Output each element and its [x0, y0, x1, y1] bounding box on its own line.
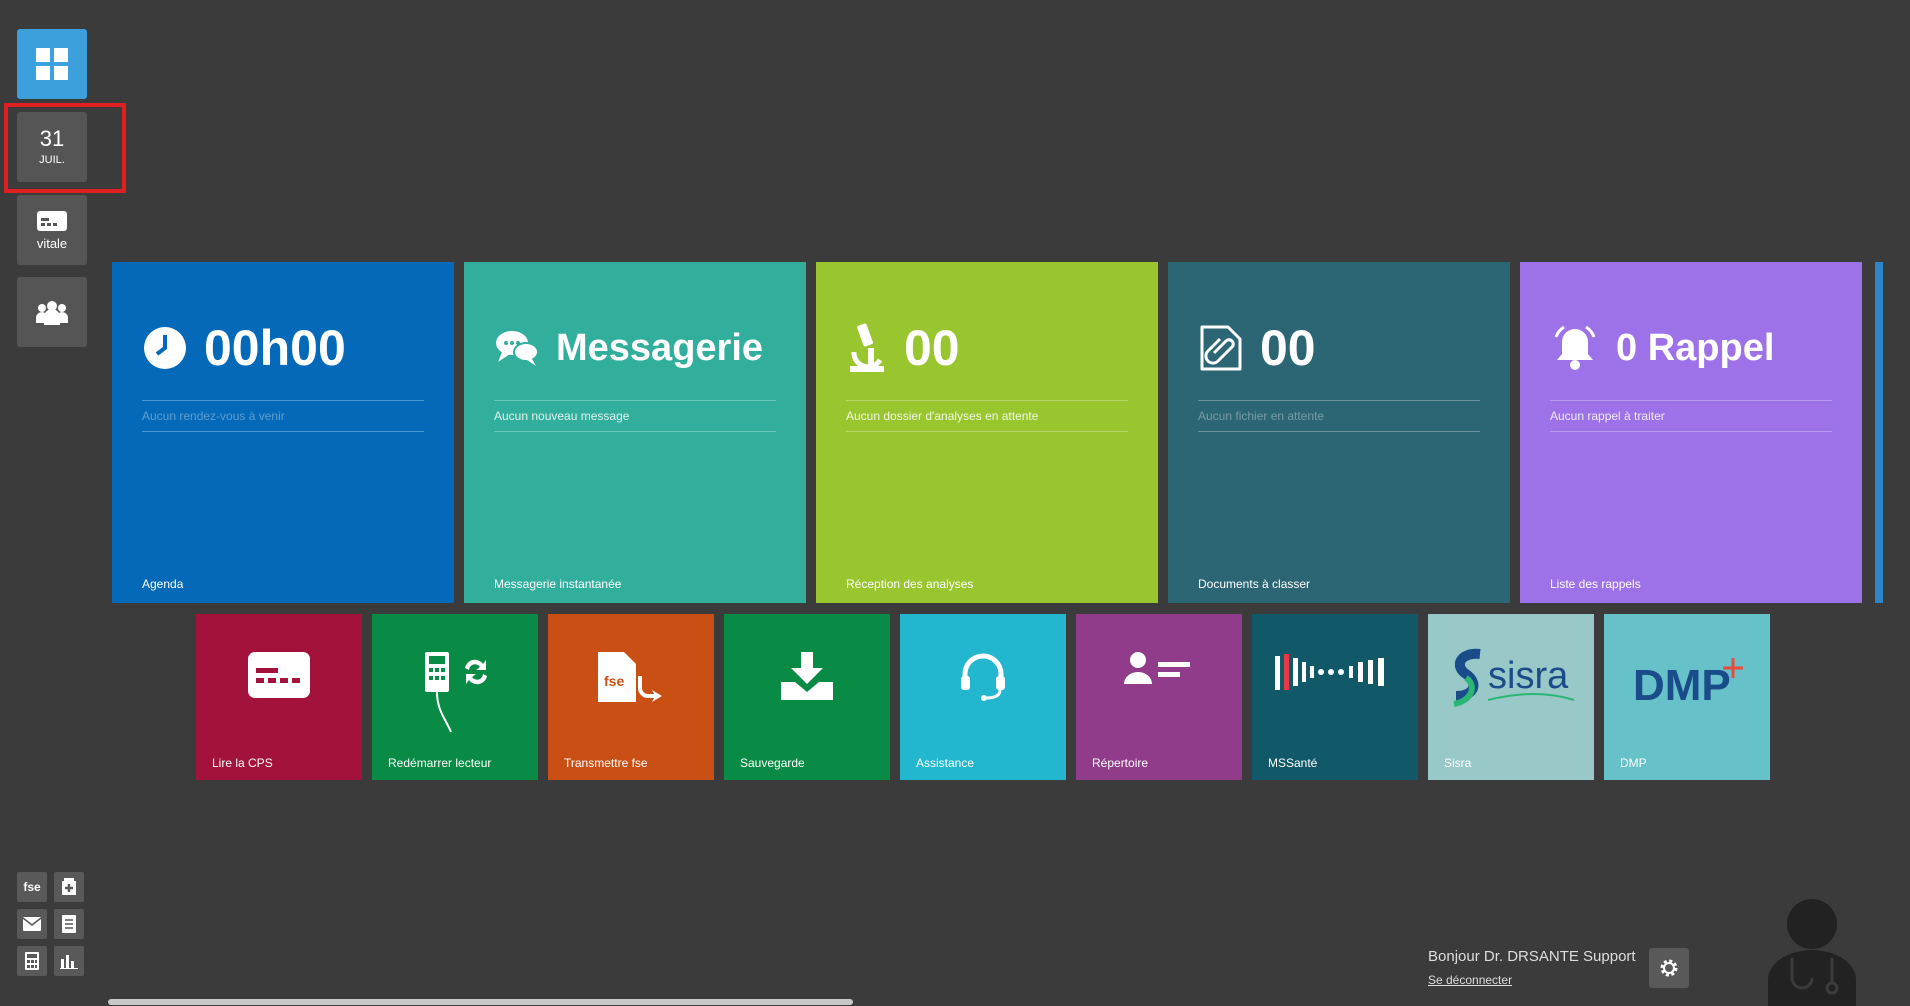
calculator-icon	[25, 952, 39, 970]
medication-button[interactable]	[54, 872, 84, 902]
app-sauvegarde[interactable]: Sauvegarde	[724, 614, 890, 780]
app-label: Transmettre fse	[564, 756, 648, 770]
settings-button[interactable]	[1649, 948, 1689, 988]
messagerie-footer: Messagerie instantanée	[494, 577, 622, 591]
stats-button[interactable]	[54, 946, 84, 976]
dmp-logo-text: DMP	[1633, 661, 1731, 710]
rappels-footer: Liste des rappels	[1550, 577, 1641, 591]
agenda-footer: Agenda	[142, 577, 184, 591]
fse-button[interactable]: fse	[17, 872, 47, 902]
document-icon	[62, 915, 76, 933]
agenda-time: 00h00	[204, 320, 346, 376]
messagerie-title: Messagerie	[556, 326, 764, 369]
clock-icon	[144, 327, 186, 369]
horizontal-scrollbar[interactable]	[108, 999, 853, 1005]
app-label: DMP	[1620, 756, 1647, 770]
mail-button[interactable]	[17, 909, 47, 939]
headset-icon	[961, 653, 1005, 701]
vitale-button[interactable]: vitale	[17, 195, 87, 265]
card-reader-icon	[248, 652, 310, 698]
tile-rappels[interactable]: 0 Rappel Aucun rappel à traiter Liste de…	[1520, 262, 1862, 603]
fse-send-icon: fse	[598, 652, 662, 702]
tile-messagerie[interactable]: Messagerie Aucun nouveau message Message…	[464, 262, 806, 603]
app-label: Sauvegarde	[740, 756, 805, 770]
app-sisra[interactable]: sisra Sisra	[1428, 614, 1594, 780]
user-greeting: Bonjour Dr. DRSANTE Support	[1428, 948, 1636, 965]
documents-subtitle: Aucun fichier en attente	[1198, 409, 1325, 423]
group-icon	[36, 301, 68, 325]
tile-analyses[interactable]: 00 Aucun dossier d'analyses en attente R…	[816, 262, 1158, 603]
mail-icon	[23, 917, 41, 931]
microscope-icon	[850, 323, 884, 372]
fse-icon-text: fse	[604, 673, 624, 689]
app-dmp[interactable]: DMP DMP	[1604, 614, 1770, 780]
home-button[interactable]	[17, 29, 87, 99]
app-repertoire[interactable]: Répertoire	[1076, 614, 1242, 780]
calculator-button[interactable]	[17, 946, 47, 976]
app-label: Assistance	[916, 756, 975, 770]
agenda-subtitle: Aucun rendez-vous à venir	[142, 409, 285, 423]
grid-icon	[36, 48, 68, 80]
analyses-subtitle: Aucun dossier d'analyses en attente	[846, 409, 1039, 423]
contact-list-icon	[1124, 652, 1190, 684]
sisra-logo-text: sisra	[1488, 655, 1569, 697]
logout-link[interactable]: Se déconnecter	[1428, 973, 1512, 987]
mssante-logo-icon	[1275, 654, 1384, 690]
analyses-count: 00	[904, 320, 960, 376]
rappels-subtitle: Aucun rappel à traiter	[1550, 409, 1665, 423]
app-assistance[interactable]: Assistance	[900, 614, 1066, 780]
medicine-box-icon	[62, 878, 76, 895]
app-redemarrer-lecteur[interactable]: Redémarrer lecteur	[372, 614, 538, 780]
tile-documents[interactable]: 00 Aucun fichier en attente Documents à …	[1168, 262, 1510, 603]
documents-count: 00	[1260, 320, 1316, 376]
chat-icon	[496, 331, 539, 366]
reader-restart-icon	[425, 652, 487, 733]
card-icon	[37, 210, 67, 231]
download-icon	[781, 652, 833, 700]
app-transmettre-fse[interactable]: fse Transmettre fse	[548, 614, 714, 780]
app-label: Redémarrer lecteur	[388, 756, 492, 770]
bar-chart-icon	[60, 955, 78, 969]
bell-icon	[1554, 325, 1596, 370]
gear-icon	[1660, 959, 1678, 977]
paperclip-document-icon	[1200, 325, 1242, 371]
rappels-title: 0 Rappel	[1616, 326, 1775, 369]
tile-agenda[interactable]: 00h00 Aucun rendez-vous à venir Agenda	[112, 262, 454, 603]
documents-footer: Documents à classer	[1198, 577, 1311, 591]
analyses-footer: Réception des analyses	[846, 577, 974, 591]
dmp-logo-icon: DMP	[1633, 658, 1743, 710]
app-mssante[interactable]: MSSanté	[1252, 614, 1418, 780]
next-tile-edge[interactable]	[1875, 262, 1883, 603]
doctor-avatar-icon	[1768, 899, 1856, 1006]
highlight-box	[4, 103, 126, 193]
app-lire-cps[interactable]: Lire la CPS	[196, 614, 362, 780]
app-label: Sisra	[1444, 756, 1472, 770]
document-button[interactable]	[54, 909, 84, 939]
fse-label: fse	[23, 880, 41, 894]
app-label: Lire la CPS	[212, 756, 273, 770]
sisra-logo-icon: sisra	[1453, 648, 1575, 707]
messagerie-subtitle: Aucun nouveau message	[494, 409, 630, 423]
vitale-label: vitale	[36, 235, 68, 251]
patients-button[interactable]	[17, 277, 87, 347]
app-label: MSSanté	[1268, 756, 1318, 770]
app-label: Répertoire	[1092, 756, 1149, 770]
